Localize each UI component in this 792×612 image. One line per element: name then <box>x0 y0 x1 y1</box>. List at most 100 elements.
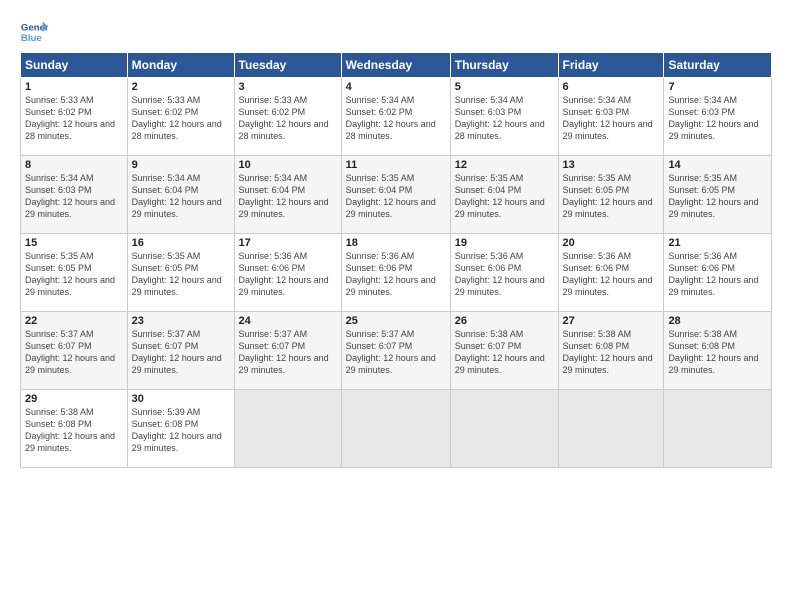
day-number: 15 <box>25 237 123 249</box>
day-info: Sunrise: 5:38 AMSunset: 6:08 PMDaylight:… <box>563 329 653 375</box>
day-number: 24 <box>239 315 337 327</box>
calendar-cell: 19 Sunrise: 5:36 AMSunset: 6:06 PMDaylig… <box>450 234 558 312</box>
calendar-cell: 29 Sunrise: 5:38 AMSunset: 6:08 PMDaylig… <box>21 390 128 468</box>
day-number: 13 <box>563 159 660 171</box>
day-number: 10 <box>239 159 337 171</box>
day-info: Sunrise: 5:39 AMSunset: 6:08 PMDaylight:… <box>132 407 222 453</box>
day-info: Sunrise: 5:35 AMSunset: 6:04 PMDaylight:… <box>346 173 436 219</box>
calendar-week-row: 22 Sunrise: 5:37 AMSunset: 6:07 PMDaylig… <box>21 312 772 390</box>
calendar-cell: 18 Sunrise: 5:36 AMSunset: 6:06 PMDaylig… <box>341 234 450 312</box>
svg-text:Blue: Blue <box>21 33 42 44</box>
calendar-cell: 14 Sunrise: 5:35 AMSunset: 6:05 PMDaylig… <box>664 156 772 234</box>
calendar-table: SundayMondayTuesdayWednesdayThursdayFrid… <box>20 52 772 468</box>
calendar-cell: 28 Sunrise: 5:38 AMSunset: 6:08 PMDaylig… <box>664 312 772 390</box>
col-header-thursday: Thursday <box>450 53 558 78</box>
day-info: Sunrise: 5:36 AMSunset: 6:06 PMDaylight:… <box>239 251 329 297</box>
calendar-cell: 8 Sunrise: 5:34 AMSunset: 6:03 PMDayligh… <box>21 156 128 234</box>
calendar-cell: 2 Sunrise: 5:33 AMSunset: 6:02 PMDayligh… <box>127 78 234 156</box>
calendar-cell <box>450 390 558 468</box>
day-info: Sunrise: 5:36 AMSunset: 6:06 PMDaylight:… <box>668 251 758 297</box>
calendar-cell: 24 Sunrise: 5:37 AMSunset: 6:07 PMDaylig… <box>234 312 341 390</box>
day-info: Sunrise: 5:35 AMSunset: 6:05 PMDaylight:… <box>563 173 653 219</box>
calendar-cell: 6 Sunrise: 5:34 AMSunset: 6:03 PMDayligh… <box>558 78 664 156</box>
day-number: 3 <box>239 81 337 93</box>
day-number: 20 <box>563 237 660 249</box>
day-number: 22 <box>25 315 123 327</box>
col-header-saturday: Saturday <box>664 53 772 78</box>
day-number: 5 <box>455 81 554 93</box>
calendar-cell: 5 Sunrise: 5:34 AMSunset: 6:03 PMDayligh… <box>450 78 558 156</box>
calendar-cell: 13 Sunrise: 5:35 AMSunset: 6:05 PMDaylig… <box>558 156 664 234</box>
day-info: Sunrise: 5:37 AMSunset: 6:07 PMDaylight:… <box>25 329 115 375</box>
day-number: 21 <box>668 237 767 249</box>
logo-icon: General Blue <box>20 18 48 46</box>
day-number: 1 <box>25 81 123 93</box>
day-number: 12 <box>455 159 554 171</box>
day-info: Sunrise: 5:37 AMSunset: 6:07 PMDaylight:… <box>239 329 329 375</box>
day-info: Sunrise: 5:34 AMSunset: 6:03 PMDaylight:… <box>25 173 115 219</box>
calendar-week-row: 29 Sunrise: 5:38 AMSunset: 6:08 PMDaylig… <box>21 390 772 468</box>
calendar-cell: 12 Sunrise: 5:35 AMSunset: 6:04 PMDaylig… <box>450 156 558 234</box>
calendar-cell: 27 Sunrise: 5:38 AMSunset: 6:08 PMDaylig… <box>558 312 664 390</box>
day-info: Sunrise: 5:33 AMSunset: 6:02 PMDaylight:… <box>132 95 222 141</box>
calendar-cell: 30 Sunrise: 5:39 AMSunset: 6:08 PMDaylig… <box>127 390 234 468</box>
day-number: 29 <box>25 393 123 405</box>
calendar-cell: 4 Sunrise: 5:34 AMSunset: 6:02 PMDayligh… <box>341 78 450 156</box>
calendar-cell <box>558 390 664 468</box>
calendar-cell <box>664 390 772 468</box>
day-info: Sunrise: 5:34 AMSunset: 6:03 PMDaylight:… <box>563 95 653 141</box>
day-number: 26 <box>455 315 554 327</box>
day-number: 19 <box>455 237 554 249</box>
col-header-monday: Monday <box>127 53 234 78</box>
calendar-cell <box>234 390 341 468</box>
day-number: 7 <box>668 81 767 93</box>
calendar-cell: 17 Sunrise: 5:36 AMSunset: 6:06 PMDaylig… <box>234 234 341 312</box>
day-number: 18 <box>346 237 446 249</box>
day-number: 27 <box>563 315 660 327</box>
calendar-cell: 7 Sunrise: 5:34 AMSunset: 6:03 PMDayligh… <box>664 78 772 156</box>
calendar-cell: 11 Sunrise: 5:35 AMSunset: 6:04 PMDaylig… <box>341 156 450 234</box>
day-info: Sunrise: 5:35 AMSunset: 6:05 PMDaylight:… <box>25 251 115 297</box>
day-number: 30 <box>132 393 230 405</box>
col-header-tuesday: Tuesday <box>234 53 341 78</box>
day-info: Sunrise: 5:38 AMSunset: 6:08 PMDaylight:… <box>25 407 115 453</box>
calendar-cell: 26 Sunrise: 5:38 AMSunset: 6:07 PMDaylig… <box>450 312 558 390</box>
day-info: Sunrise: 5:33 AMSunset: 6:02 PMDaylight:… <box>239 95 329 141</box>
calendar-cell: 3 Sunrise: 5:33 AMSunset: 6:02 PMDayligh… <box>234 78 341 156</box>
day-info: Sunrise: 5:35 AMSunset: 6:05 PMDaylight:… <box>132 251 222 297</box>
day-info: Sunrise: 5:34 AMSunset: 6:03 PMDaylight:… <box>455 95 545 141</box>
calendar-cell <box>341 390 450 468</box>
day-number: 25 <box>346 315 446 327</box>
calendar-week-row: 8 Sunrise: 5:34 AMSunset: 6:03 PMDayligh… <box>21 156 772 234</box>
day-info: Sunrise: 5:36 AMSunset: 6:06 PMDaylight:… <box>455 251 545 297</box>
day-info: Sunrise: 5:35 AMSunset: 6:05 PMDaylight:… <box>668 173 758 219</box>
day-number: 16 <box>132 237 230 249</box>
calendar-cell: 15 Sunrise: 5:35 AMSunset: 6:05 PMDaylig… <box>21 234 128 312</box>
page: General Blue SundayMondayTuesdayWednesda… <box>0 0 792 612</box>
calendar-cell: 9 Sunrise: 5:34 AMSunset: 6:04 PMDayligh… <box>127 156 234 234</box>
calendar-header-row: SundayMondayTuesdayWednesdayThursdayFrid… <box>21 53 772 78</box>
calendar-cell: 16 Sunrise: 5:35 AMSunset: 6:05 PMDaylig… <box>127 234 234 312</box>
day-info: Sunrise: 5:34 AMSunset: 6:04 PMDaylight:… <box>239 173 329 219</box>
day-info: Sunrise: 5:36 AMSunset: 6:06 PMDaylight:… <box>563 251 653 297</box>
day-info: Sunrise: 5:34 AMSunset: 6:04 PMDaylight:… <box>132 173 222 219</box>
day-number: 2 <box>132 81 230 93</box>
day-info: Sunrise: 5:38 AMSunset: 6:07 PMDaylight:… <box>455 329 545 375</box>
calendar-week-row: 15 Sunrise: 5:35 AMSunset: 6:05 PMDaylig… <box>21 234 772 312</box>
header: General Blue <box>20 18 772 46</box>
day-number: 17 <box>239 237 337 249</box>
calendar-cell: 1 Sunrise: 5:33 AMSunset: 6:02 PMDayligh… <box>21 78 128 156</box>
col-header-sunday: Sunday <box>21 53 128 78</box>
day-info: Sunrise: 5:35 AMSunset: 6:04 PMDaylight:… <box>455 173 545 219</box>
day-number: 14 <box>668 159 767 171</box>
day-info: Sunrise: 5:37 AMSunset: 6:07 PMDaylight:… <box>132 329 222 375</box>
calendar-cell: 20 Sunrise: 5:36 AMSunset: 6:06 PMDaylig… <box>558 234 664 312</box>
day-info: Sunrise: 5:34 AMSunset: 6:02 PMDaylight:… <box>346 95 436 141</box>
day-info: Sunrise: 5:33 AMSunset: 6:02 PMDaylight:… <box>25 95 115 141</box>
day-number: 23 <box>132 315 230 327</box>
calendar-week-row: 1 Sunrise: 5:33 AMSunset: 6:02 PMDayligh… <box>21 78 772 156</box>
calendar-cell: 21 Sunrise: 5:36 AMSunset: 6:06 PMDaylig… <box>664 234 772 312</box>
calendar-cell: 22 Sunrise: 5:37 AMSunset: 6:07 PMDaylig… <box>21 312 128 390</box>
calendar-cell: 25 Sunrise: 5:37 AMSunset: 6:07 PMDaylig… <box>341 312 450 390</box>
day-number: 9 <box>132 159 230 171</box>
